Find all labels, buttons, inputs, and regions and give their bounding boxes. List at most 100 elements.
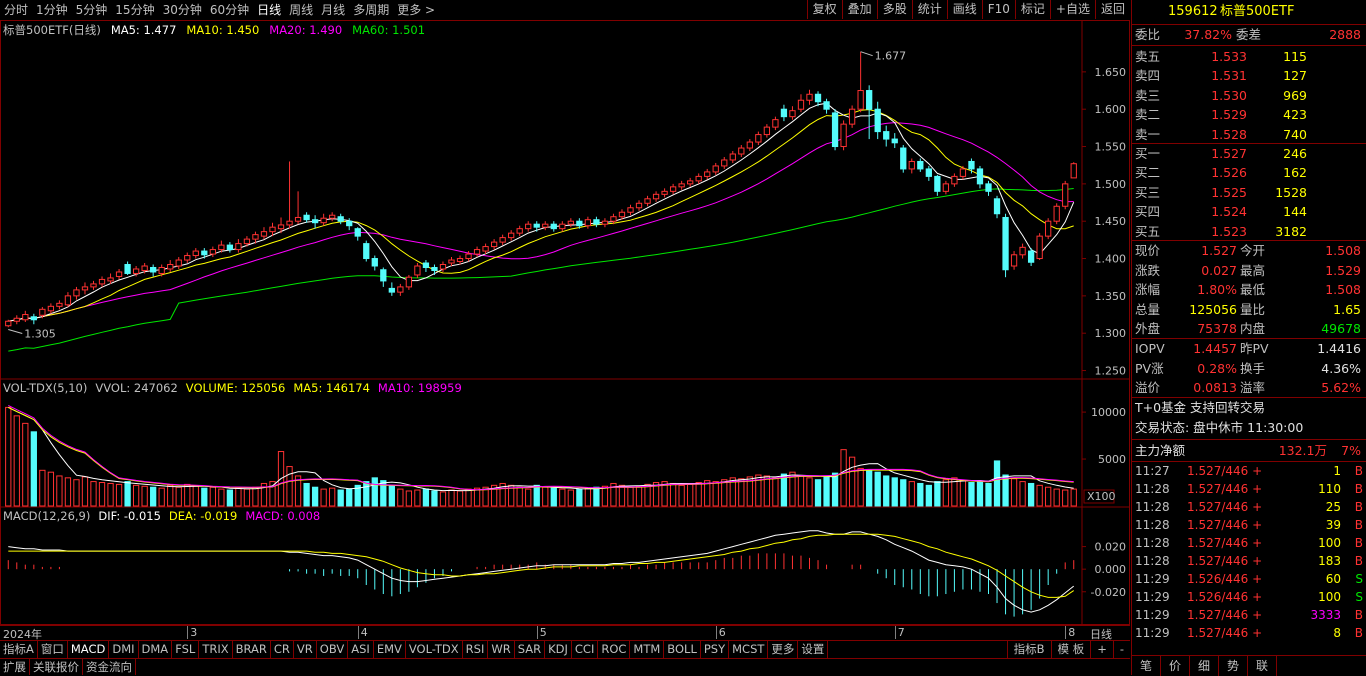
- indicator-tab-19[interactable]: ROC: [598, 641, 631, 658]
- tick-price: 1.527/446 +: [1187, 536, 1263, 550]
- bid-label: 买三: [1135, 184, 1161, 200]
- indicator-tab-14[interactable]: RSI: [463, 641, 489, 658]
- indicator-tab-8[interactable]: CR: [271, 641, 294, 658]
- tool-button-2[interactable]: 多股: [876, 0, 912, 19]
- indicator-tab-23[interactable]: MCST: [729, 641, 769, 658]
- volume-bar: [226, 489, 234, 507]
- ask-row-0[interactable]: 卖五 1.533 115: [1132, 47, 1366, 66]
- period-tab-7[interactable]: 周线: [285, 0, 317, 20]
- volume-bar: [1045, 486, 1052, 507]
- quote-tab-2[interactable]: 细: [1190, 656, 1219, 676]
- legend-ma5: MA5: 1.477: [111, 23, 177, 37]
- tool-button-3[interactable]: 统计: [911, 0, 947, 19]
- indicator-tab-3[interactable]: DMI: [109, 641, 139, 658]
- period-tab-10[interactable]: 更多 >: [393, 0, 439, 20]
- quote-tab-0[interactable]: 笔: [1132, 656, 1161, 676]
- quote-tab-3[interactable]: 势: [1219, 656, 1248, 676]
- iopv-value-a: 0.28%: [1197, 360, 1237, 376]
- bid-row-3[interactable]: 买四 1.524 144: [1132, 202, 1366, 221]
- bottom-tab-2[interactable]: 资金流向: [83, 659, 136, 675]
- ask-volume: 115: [1283, 49, 1307, 64]
- candle-body: [1045, 220, 1052, 237]
- indicator-tab-10[interactable]: OBV: [317, 641, 349, 658]
- indicator-tab-22[interactable]: PSY: [701, 641, 730, 658]
- volume-bar: [286, 466, 293, 507]
- period-tab-0[interactable]: 分时: [0, 0, 32, 20]
- kline-chart[interactable]: 1.650 1.600 1.550 1.500 1.450 1.400 1.350 1.300…: [0, 20, 1130, 625]
- candle-body: [56, 302, 63, 307]
- chart-area[interactable]: 1.650 1.600 1.550 1.500 1.450 1.400 1.350 1.300…: [0, 20, 1130, 625]
- iopv-label-a: PV涨: [1135, 360, 1164, 376]
- indicator-tab-7[interactable]: BRAR: [233, 641, 271, 658]
- indicator-tab-2[interactable]: MACD: [68, 641, 110, 658]
- indicator-right-tab-3[interactable]: -: [1112, 641, 1130, 658]
- indicator-tab-24[interactable]: 更多: [768, 641, 799, 658]
- indicator-tab-18[interactable]: CCI: [572, 641, 599, 658]
- indicator-tab-9[interactable]: VR: [294, 641, 317, 658]
- period-tab-2[interactable]: 5分钟: [72, 0, 112, 20]
- tool-button-4[interactable]: 画线: [946, 0, 982, 19]
- tool-button-7[interactable]: +自选: [1049, 0, 1095, 19]
- bid-row-1[interactable]: 买二 1.526 162: [1132, 163, 1366, 182]
- ask-row-1[interactable]: 卖四 1.531 127: [1132, 66, 1366, 85]
- period-tab-5[interactable]: 60分钟: [206, 0, 253, 20]
- macd-legend-dea: DEA: -0.019: [169, 509, 237, 523]
- bid-row-0[interactable]: 买一 1.527 246: [1132, 144, 1366, 163]
- period-tab-4[interactable]: 30分钟: [159, 0, 206, 20]
- indicator-tab-21[interactable]: BOLL: [664, 641, 701, 658]
- period-tab-6[interactable]: 日线: [253, 0, 285, 20]
- candle-body: [721, 159, 728, 167]
- indicator-tab-11[interactable]: ASI: [348, 641, 374, 658]
- quote-label-b: 今开: [1240, 243, 1266, 258]
- volume-bar: [465, 488, 472, 507]
- bid-price: 1.525: [1211, 184, 1247, 200]
- period-tab-9[interactable]: 多周期: [349, 0, 393, 20]
- bid-volume: 162: [1283, 165, 1307, 181]
- indicator-tab-5[interactable]: FSL: [172, 641, 200, 658]
- candle-body: [380, 269, 387, 282]
- tool-button-8[interactable]: 返回: [1094, 0, 1130, 19]
- tool-button-6[interactable]: 标记: [1014, 0, 1050, 19]
- time-axis-month: 4: [357, 626, 368, 639]
- candle-body: [124, 264, 131, 274]
- candle-body: [627, 207, 634, 213]
- volume-bar: [763, 475, 771, 507]
- indicator-tab-16[interactable]: SAR: [515, 641, 546, 658]
- bottom-tab-0[interactable]: 扩展: [0, 659, 30, 675]
- bid-row-2[interactable]: 买三 1.525 1528: [1132, 183, 1366, 202]
- tick-time: 11:28: [1135, 518, 1170, 532]
- indicator-right-tab-0[interactable]: 指标B: [1006, 641, 1051, 658]
- indicator-tab-0[interactable]: 指标A: [0, 641, 38, 658]
- indicator-tab-17[interactable]: KDJ: [545, 641, 572, 658]
- indicator-tab-20[interactable]: MTM: [630, 641, 665, 658]
- ask-row-4[interactable]: 卖一 1.528 740: [1132, 125, 1366, 144]
- indicator-right-tab-2[interactable]: +: [1090, 641, 1113, 658]
- indicator-tab-12[interactable]: EMV: [374, 641, 406, 658]
- quote-tab-4[interactable]: 联: [1248, 656, 1277, 676]
- ask-row-2[interactable]: 卖三 1.530 969: [1132, 86, 1366, 105]
- period-tab-8[interactable]: 月线: [317, 0, 349, 20]
- ask-row-3[interactable]: 卖二 1.529 423: [1132, 105, 1366, 124]
- indicator-tab-15[interactable]: WR: [488, 641, 515, 658]
- indicator-right-tab-1[interactable]: 模 板: [1050, 641, 1091, 658]
- tool-button-5[interactable]: F10: [981, 0, 1015, 19]
- indicator-tab-1[interactable]: 窗口: [38, 641, 68, 658]
- volume-bar: [1010, 478, 1018, 507]
- quote-tab-1[interactable]: 价: [1161, 656, 1190, 676]
- quote-panel: 159612 标普500ETF 委比 37.82% 委差 2888 卖五 1.53…: [1131, 0, 1366, 676]
- period-tab-3[interactable]: 15分钟: [111, 0, 158, 20]
- macd-tick-label: 0.020: [1095, 541, 1127, 554]
- candle-body: [456, 258, 464, 263]
- tool-button-0[interactable]: 复权: [806, 0, 842, 19]
- bottom-tab-1[interactable]: 关联报价: [30, 659, 83, 675]
- tool-button-1[interactable]: 叠加: [841, 0, 877, 19]
- period-tab-1[interactable]: 1分钟: [32, 0, 72, 20]
- indicator-tab-13[interactable]: VOL-TDX: [406, 641, 463, 658]
- candle-body: [951, 175, 958, 185]
- ask-volume: 969: [1283, 87, 1307, 103]
- bid-row-4[interactable]: 买五 1.523 3182: [1132, 222, 1366, 241]
- indicator-tab-4[interactable]: DMA: [139, 641, 173, 658]
- indicator-tab-25[interactable]: 设置: [798, 641, 829, 658]
- indicator-tab-6[interactable]: TRIX: [199, 641, 233, 658]
- volume-bar: [848, 456, 856, 507]
